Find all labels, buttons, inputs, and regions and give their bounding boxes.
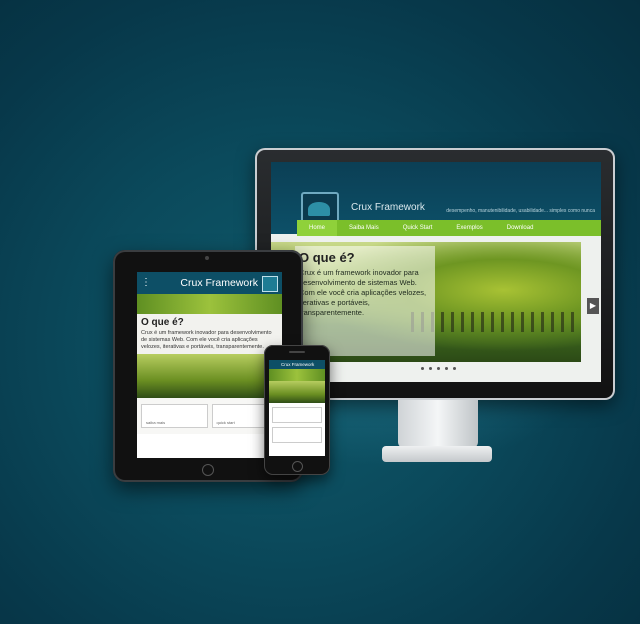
tablet-banner: [137, 294, 282, 314]
phone-speaker: [289, 351, 305, 353]
nav-item-saiba-mais[interactable]: Saiba Mais: [337, 220, 391, 236]
monitor-base: [382, 446, 492, 462]
tablet-card-label: saiba mais: [146, 420, 166, 425]
phone-photo: [269, 381, 325, 403]
phone-home-button[interactable]: [292, 461, 303, 472]
main-nav: Home Saiba Mais Quick Start Exemplos Dow…: [297, 220, 601, 236]
nav-item-download[interactable]: Download: [495, 220, 546, 236]
phone-banner: [269, 369, 325, 381]
tablet-card-label: quick start: [216, 420, 235, 425]
nav-item-quick-start[interactable]: Quick Start: [391, 220, 445, 236]
carousel-next-icon[interactable]: ▶: [587, 298, 599, 314]
tablet-cards: saiba mais quick start: [137, 398, 282, 434]
tablet-home-button[interactable]: [202, 464, 214, 476]
tablet-title: O que é?: [141, 317, 184, 328]
hero-title: O que é?: [299, 250, 355, 265]
carousel-dot[interactable]: [421, 367, 424, 370]
tablet-photo: [137, 354, 282, 398]
carousel-dot[interactable]: [445, 367, 448, 370]
phone-screen: Crux Framework: [269, 360, 325, 456]
site-brand[interactable]: Crux Framework: [351, 202, 425, 213]
tablet-brand[interactable]: Crux Framework: [180, 277, 258, 289]
site-header: Crux Framework desempenho, manutenibilid…: [271, 162, 601, 236]
tablet-card[interactable]: saiba mais: [141, 404, 208, 428]
menu-icon[interactable]: ⋮: [141, 276, 151, 290]
carousel-dots[interactable]: [421, 367, 456, 370]
hero-description: Crux é um framework inovador para desenv…: [299, 268, 427, 317]
tablet-screen: ⋮ Crux Framework O que é? Crux é um fram…: [137, 272, 282, 458]
tablet-header: ⋮ Crux Framework: [137, 272, 282, 294]
phone-device: Crux Framework: [264, 345, 330, 475]
carousel-dot[interactable]: [453, 367, 456, 370]
monitor-stand: [398, 400, 478, 448]
crux-logo-icon[interactable]: [262, 276, 278, 292]
hero-text-panel: O que é? Crux é um framework inovador pa…: [295, 246, 435, 356]
tablet-intro: O que é? Crux é um framework inovador pa…: [137, 314, 282, 354]
nav-item-exemplos[interactable]: Exemplos: [444, 220, 494, 236]
phone-card[interactable]: [272, 407, 322, 423]
carousel-dot[interactable]: [437, 367, 440, 370]
carousel-dot[interactable]: [429, 367, 432, 370]
tablet-camera-icon: [205, 256, 209, 260]
tablet-description: Crux é um framework inovador para desenv…: [141, 330, 272, 350]
site-tagline: desempenho, manutenibilidade, usabilidad…: [446, 208, 595, 214]
tree-row-image: [411, 312, 581, 332]
phone-card[interactable]: [272, 427, 322, 443]
phone-header[interactable]: Crux Framework: [269, 360, 325, 369]
nav-item-home[interactable]: Home: [297, 220, 338, 236]
